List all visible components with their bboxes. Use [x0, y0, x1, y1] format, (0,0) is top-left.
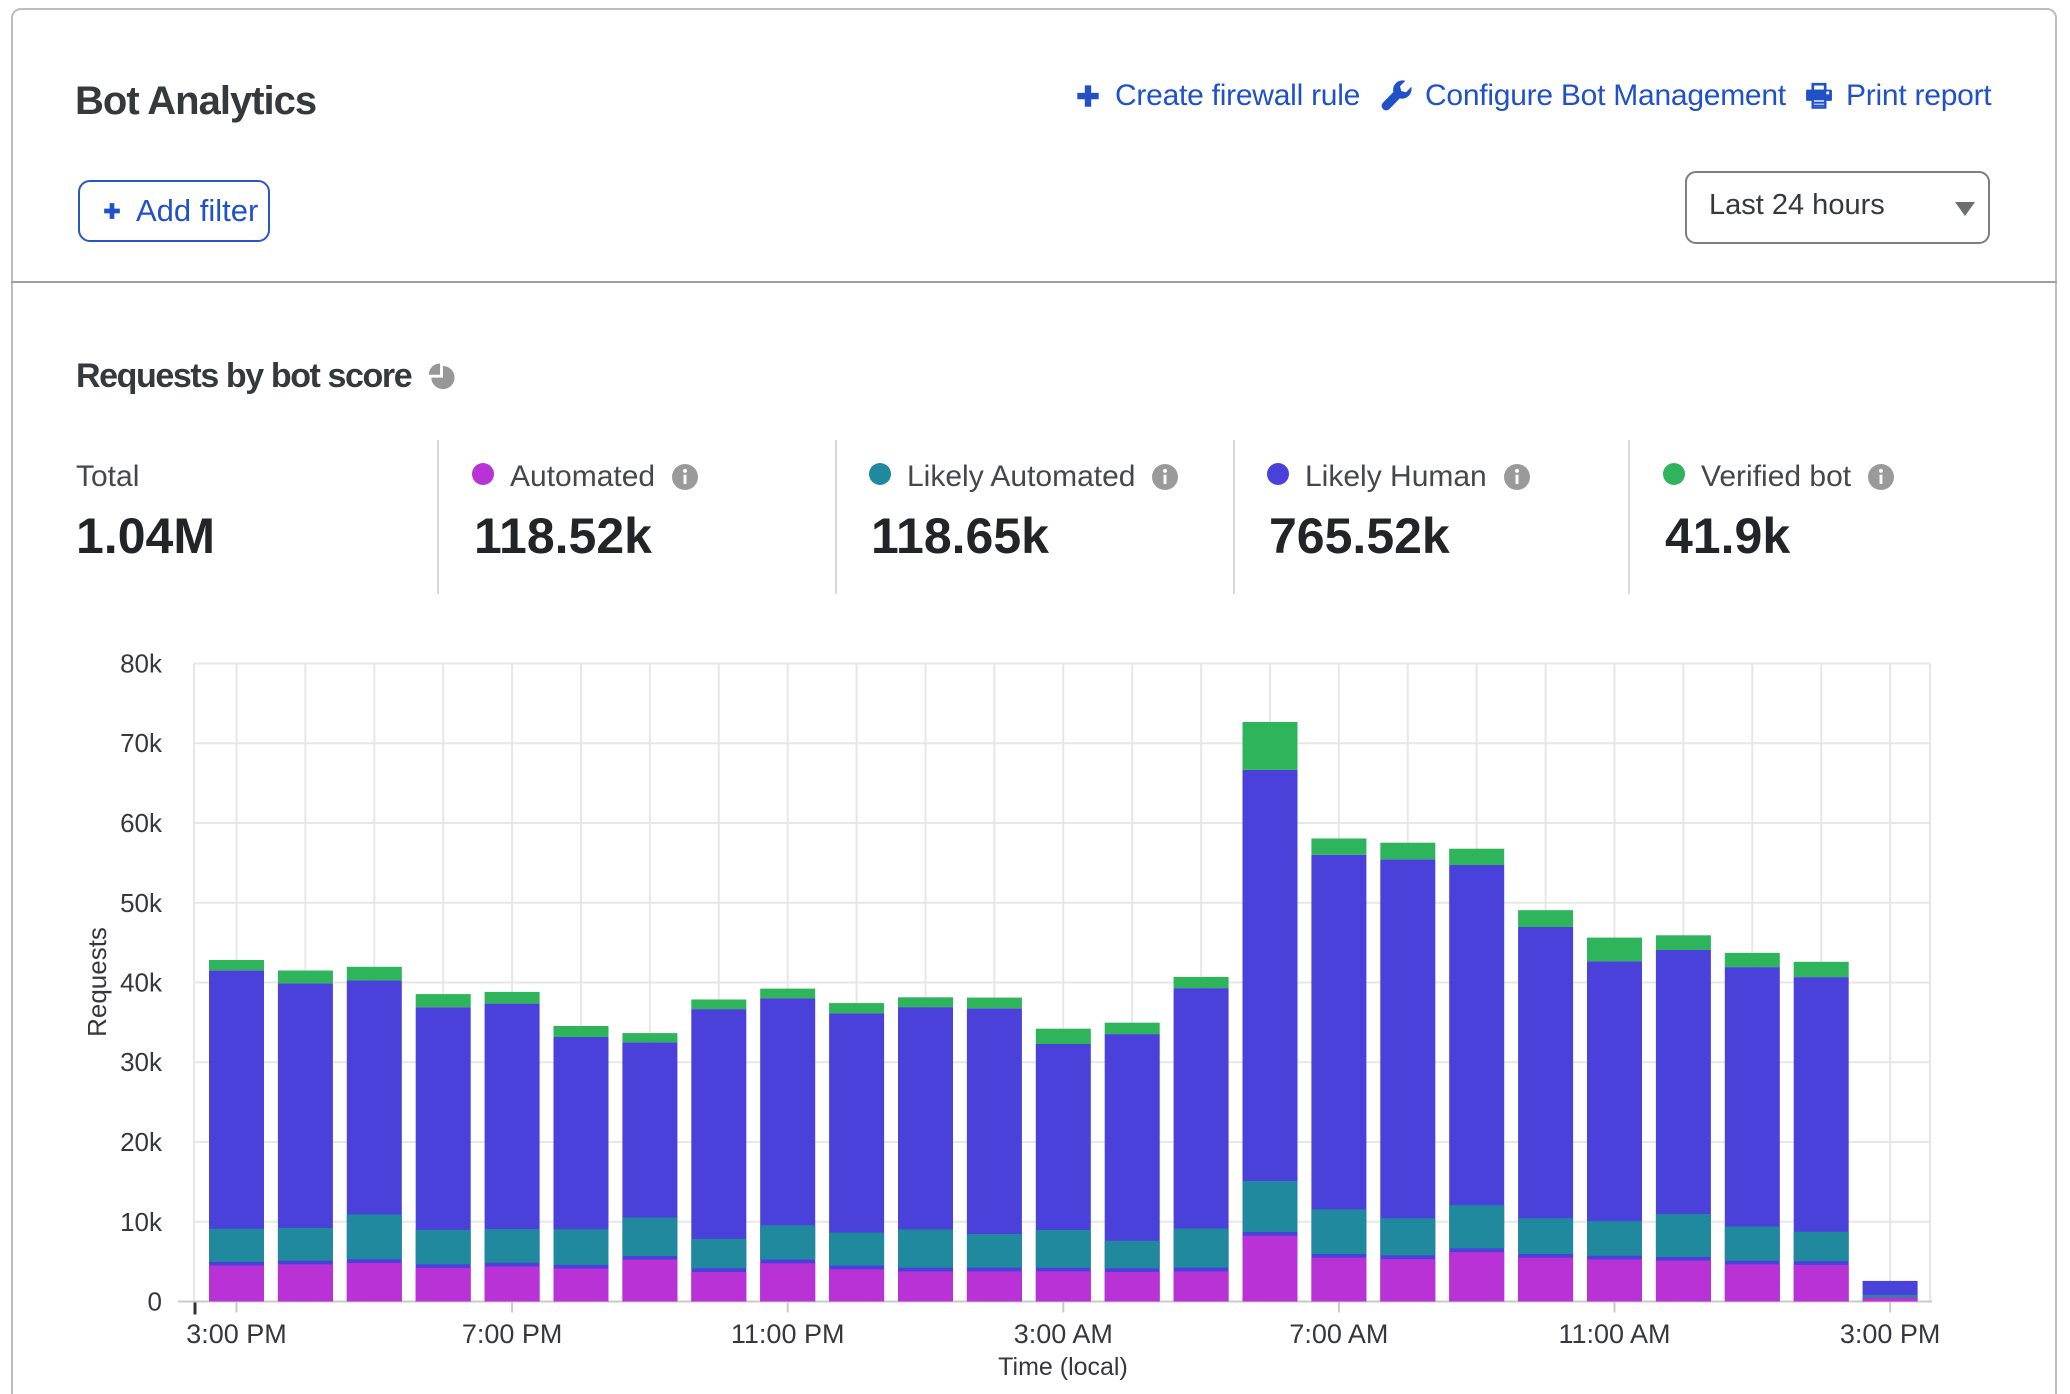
svg-text:7:00 AM: 7:00 AM	[1289, 1319, 1388, 1349]
svg-text:11:00 PM: 11:00 PM	[731, 1319, 845, 1349]
svg-text:50k: 50k	[120, 888, 163, 918]
svg-text:0: 0	[148, 1287, 162, 1317]
svg-text:3:00 PM: 3:00 PM	[1840, 1319, 1941, 1349]
svg-text:10k: 10k	[120, 1207, 163, 1237]
svg-text:80k: 80k	[120, 649, 163, 679]
svg-text:3:00 AM: 3:00 AM	[1014, 1319, 1113, 1349]
svg-text:7:00 PM: 7:00 PM	[462, 1319, 563, 1349]
svg-text:Requests: Requests	[82, 927, 112, 1037]
svg-text:70k: 70k	[120, 728, 163, 758]
svg-text:60k: 60k	[120, 808, 163, 838]
svg-text:Time (local): Time (local)	[998, 1353, 1128, 1381]
svg-text:30k: 30k	[120, 1047, 163, 1077]
svg-text:3:00 PM: 3:00 PM	[186, 1319, 287, 1349]
svg-text:11:00 AM: 11:00 AM	[1558, 1319, 1670, 1349]
svg-text:40k: 40k	[120, 968, 163, 998]
svg-text:20k: 20k	[120, 1127, 163, 1157]
